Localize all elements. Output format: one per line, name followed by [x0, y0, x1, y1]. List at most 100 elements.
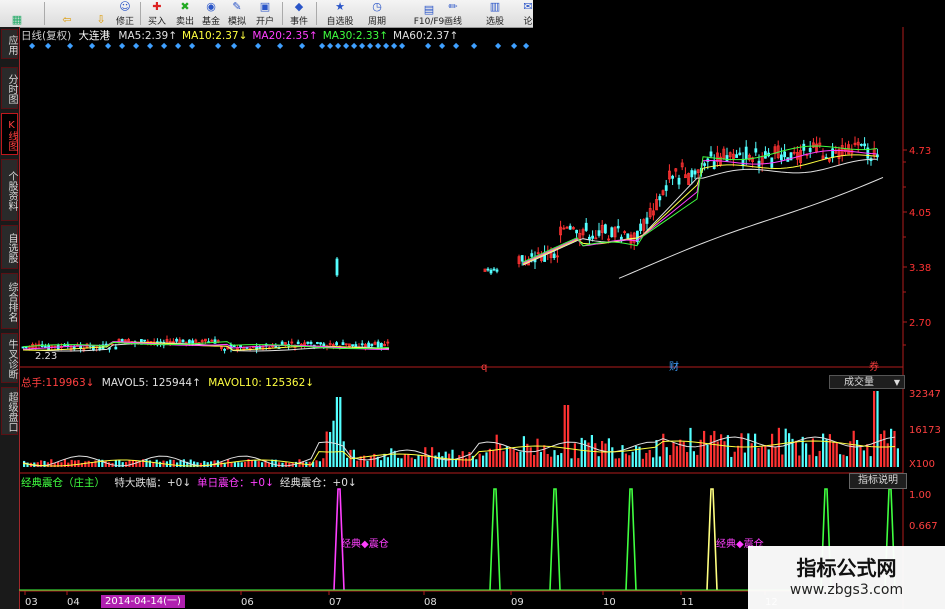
volume-bar — [624, 453, 627, 467]
toolbar-button-label: 模拟 — [227, 17, 246, 27]
ma60-line — [618, 176, 884, 279]
candle-body — [693, 170, 697, 175]
toolbar-button-周期[interactable]: ◷ 周期 — [364, 0, 390, 28]
toolbar-button-事件[interactable]: ◆ 事件 — [286, 0, 312, 28]
ma-item: MA5:2.39↑ — [118, 30, 177, 42]
volume-bar — [709, 435, 712, 467]
nav-tab-stock-info[interactable]: 个股资料 — [1, 159, 18, 221]
toolbar-button-back-arrow[interactable]: ⇦ — [52, 0, 82, 27]
fund-icon: ◉ — [206, 0, 216, 13]
toolbar-button-论[interactable]: ✉ 论 — [516, 0, 540, 28]
volume-bar — [84, 461, 87, 467]
x-tick-label: 04 — [67, 597, 80, 608]
candle-body — [552, 253, 556, 259]
ma-line — [522, 149, 878, 264]
volume-bar — [706, 444, 709, 467]
volume-bar — [669, 455, 672, 467]
candle-body — [319, 342, 323, 345]
volume-bar — [420, 455, 423, 467]
nav-tab-kline[interactable]: K线图 — [1, 113, 18, 155]
period-icon: ◷ — [372, 0, 382, 13]
volume-bar — [233, 462, 236, 467]
volume-bar — [451, 449, 454, 467]
indicator-y-label: 1.00 — [909, 490, 931, 501]
toolbar-button-基金[interactable]: ◉ 基金 — [198, 0, 224, 28]
volume-bar — [407, 453, 410, 467]
candle-body — [21, 346, 25, 349]
candle-body — [376, 341, 380, 349]
volume-bar — [798, 455, 801, 467]
stock-name: 大连港 — [78, 30, 111, 42]
nav-tab-super-quote[interactable]: 超级盘口 — [1, 387, 18, 435]
nav-tab-apps[interactable]: 应用 — [1, 29, 18, 59]
indicator-annotation: 经典◆震仓 — [341, 537, 389, 550]
x-tick-label: 11 — [681, 597, 694, 608]
volume-bar — [604, 443, 607, 467]
indicator-help-label: 指标说明 — [858, 475, 898, 486]
toolbar-button-画线[interactable]: ✏ 画线 — [440, 0, 466, 28]
toolbar-button-自选股[interactable]: ★ 自选股 — [322, 0, 358, 28]
toolbar-separator — [316, 2, 317, 25]
toolbar-button-开户[interactable]: ▣ 开户 — [252, 0, 278, 28]
volume-bar — [254, 460, 257, 467]
volume-bar — [556, 455, 559, 467]
x-tick-label: 06 — [241, 597, 254, 608]
volume-bar — [628, 455, 631, 467]
candle-body — [616, 225, 620, 229]
sell-icon: ✖ — [180, 0, 190, 13]
ma-label: MA30: — [322, 30, 356, 42]
volume-bar — [873, 391, 876, 467]
volume-dropdown[interactable]: 成交量 ▼ — [829, 375, 905, 389]
volume-bar — [777, 427, 780, 467]
volume-bar — [611, 447, 614, 467]
volume-bar — [397, 457, 400, 467]
ma-item: MA30:2.33↑ — [323, 30, 388, 42]
volume-bar — [77, 460, 80, 467]
volume-bar — [125, 461, 128, 467]
volume-bar — [335, 397, 338, 467]
chart-area: ◆ ◆ ◆ ◆ ◆ ◆ ◆ ◆ ◆ ◆ ◆ ◆ ◆ ◆ ◆ ◆ ◆ ◆ ◆ ◆ ◆ ◆ ◆ ◆ ◆ ◆ ◆ ◆ ◆ ◆ ◆ ◆ ◆ ◆ 4.73 4.… — [19, 27, 945, 609]
toolbar-button-卖出[interactable]: ✖ 卖出 — [172, 0, 198, 28]
volume-bar — [342, 441, 345, 467]
volume-bar — [148, 460, 151, 467]
ma-label: MA60: — [393, 30, 427, 42]
candle-body — [568, 225, 572, 230]
toolbar-button-home-grid[interactable]: ▦ — [2, 0, 32, 27]
toolbar-button-修正[interactable]: ☺ 修正 — [112, 0, 138, 28]
volume-bar — [883, 430, 886, 467]
candle-body — [690, 170, 694, 178]
y-tick-label: 3.38 — [909, 263, 931, 274]
volume-bar — [553, 450, 556, 467]
volume-bar — [70, 459, 73, 467]
volume-bar — [835, 442, 838, 467]
nav-tab-watchlist[interactable]: 自选股 — [1, 225, 18, 269]
candle-body — [143, 339, 146, 342]
volume-bar — [478, 453, 481, 467]
candle-body — [379, 343, 383, 349]
candle-body — [658, 196, 662, 201]
volume-bar — [400, 458, 403, 467]
toolbar-button-模拟[interactable]: ✎ 模拟 — [224, 0, 250, 28]
volume-bar — [199, 462, 202, 467]
candle-body — [351, 344, 355, 347]
candle-body — [664, 185, 668, 191]
indicator-name[interactable]: 经典震仓（庄主） — [21, 477, 105, 489]
period-label[interactable]: 日线(复权) — [21, 30, 71, 42]
mavol10-label: MAVOL10: 125362↓ — [208, 377, 315, 389]
nav-tab-diagnosis[interactable]: 牛叉诊断 — [1, 333, 18, 383]
indicator-help-button[interactable]: 指标说明 — [849, 473, 907, 489]
toolbar-button-label: 开户 — [255, 17, 274, 27]
volume-bar — [869, 456, 872, 467]
volume-bar — [737, 445, 740, 467]
toolbar-button-买入[interactable]: ✚ 买入 — [144, 0, 170, 28]
volume-bar — [339, 397, 342, 467]
volume-bar — [794, 440, 797, 467]
toolbar-button-选股[interactable]: ▥ 选股 — [482, 0, 508, 28]
candle-body — [360, 343, 364, 346]
candle-body — [306, 341, 310, 344]
volume-bar — [747, 433, 750, 467]
nav-tab-ranking[interactable]: 综合排名 — [1, 273, 18, 329]
volume-bar — [176, 462, 179, 467]
volume-bar — [679, 439, 682, 467]
nav-tab-timeshare[interactable]: 分时图 — [1, 67, 18, 109]
